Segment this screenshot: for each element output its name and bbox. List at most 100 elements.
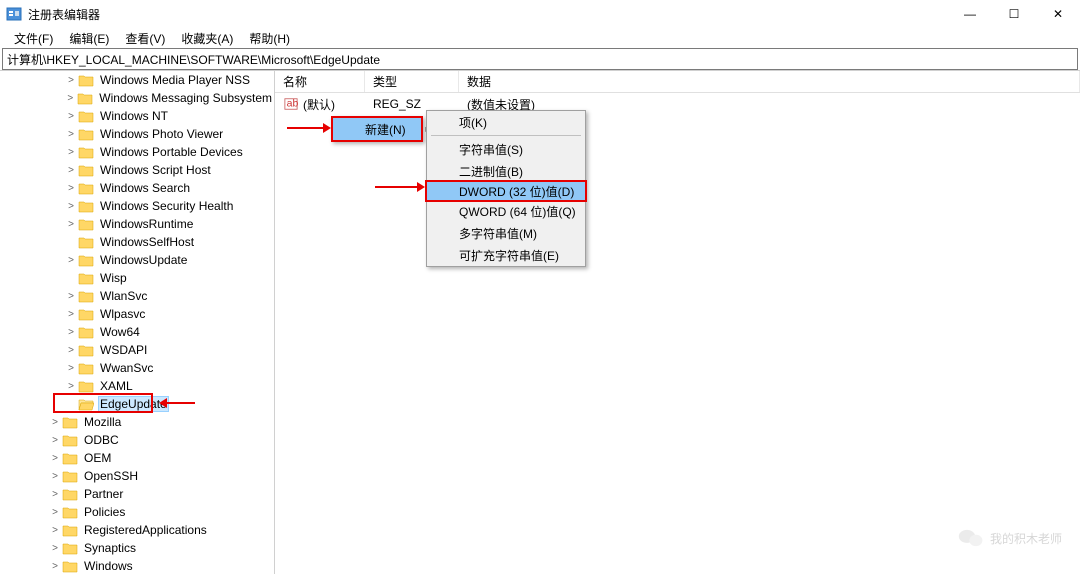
menu-multistring[interactable]: 多字符串值(M) — [427, 222, 585, 244]
chevron-icon[interactable]: > — [64, 345, 78, 356]
tree-item[interactable]: > WlanSvc — [0, 287, 274, 305]
tree-scroll[interactable]: >Windows Media Player NSS>Windows Messag… — [0, 71, 274, 574]
tree-item[interactable]: >OEM — [0, 449, 274, 467]
close-button[interactable]: ✕ — [1036, 0, 1080, 28]
tree-item[interactable]: EdgeUpdate — [0, 395, 274, 413]
chevron-icon[interactable]: > — [48, 453, 62, 464]
chevron-icon[interactable]: > — [64, 291, 78, 302]
folder-icon — [78, 235, 94, 249]
tree-item[interactable]: >Windows NT — [0, 107, 274, 125]
menu-favorites[interactable]: 收藏夹(A) — [175, 28, 239, 49]
minimize-button[interactable]: — — [948, 0, 992, 28]
tree-label: Synaptics — [82, 541, 138, 555]
menu-key[interactable]: 项(K) — [427, 111, 585, 133]
chevron-icon[interactable]: > — [64, 183, 78, 194]
col-name[interactable]: 名称 — [275, 71, 365, 92]
folder-icon — [77, 91, 93, 105]
list-row[interactable]: ab(默认)REG_SZ(数值未设置) — [275, 95, 1080, 113]
tree-label: Windows Photo Viewer — [98, 127, 225, 141]
chevron-icon[interactable]: > — [63, 93, 77, 104]
menu-binary[interactable]: 二进制值(B) — [427, 160, 585, 182]
tree-item[interactable]: > Synaptics — [0, 539, 274, 557]
value-type: REG_SZ — [373, 97, 421, 111]
chevron-icon[interactable]: > — [64, 201, 78, 212]
tree-item[interactable]: >Windows Media Player NSS — [0, 71, 274, 89]
annotation-arrow — [287, 127, 323, 129]
tree-item[interactable]: >Windows Script Host — [0, 161, 274, 179]
chevron-icon[interactable]: > — [64, 147, 78, 158]
chevron-icon[interactable]: > — [64, 381, 78, 392]
tree-label: Partner — [82, 487, 125, 501]
tree-item[interactable]: >WSDAPI — [0, 341, 274, 359]
titlebar: 注册表编辑器 — ☐ ✕ — [0, 0, 1080, 28]
menu-expandstring[interactable]: 可扩充字符串值(E) — [427, 244, 585, 266]
tree-item[interactable]: >WwanSvc — [0, 359, 274, 377]
folder-icon — [78, 271, 94, 285]
tree-item[interactable]: >XAML — [0, 377, 274, 395]
tree-label: Policies — [82, 505, 127, 519]
menu-dword[interactable]: DWORD (32 位)值(D) — [425, 180, 587, 202]
tree-item[interactable]: >Windows Security Health — [0, 197, 274, 215]
address-bar[interactable]: 计算机\HKEY_LOCAL_MACHINE\SOFTWARE\Microsof… — [2, 48, 1078, 70]
tree-item[interactable]: > Partner — [0, 485, 274, 503]
tree-label: WlanSvc — [98, 289, 149, 303]
menu-new[interactable]: 新建(N) ▸ — [333, 118, 421, 140]
maximize-button[interactable]: ☐ — [992, 0, 1036, 28]
tree-label: WindowsRuntime — [98, 217, 195, 231]
chevron-icon[interactable]: > — [48, 507, 62, 518]
chevron-icon[interactable]: > — [48, 489, 62, 500]
chevron-icon[interactable]: > — [64, 111, 78, 122]
tree-item[interactable]: >Windows Messaging Subsystem — [0, 89, 274, 107]
tree-item[interactable]: >WindowsUpdate — [0, 251, 274, 269]
tree-item[interactable]: > WindowsRuntime — [0, 215, 274, 233]
folder-icon — [62, 505, 78, 519]
tree-item[interactable]: > Windows Photo Viewer — [0, 125, 274, 143]
menu-qword[interactable]: QWORD (64 位)值(Q) — [427, 200, 585, 222]
col-data[interactable]: 数据 — [459, 71, 1080, 92]
tree-item[interactable]: >ODBC — [0, 431, 274, 449]
menu-file[interactable]: 文件(F) — [8, 28, 59, 49]
list-header: 名称 类型 数据 — [275, 71, 1080, 93]
tree-item[interactable]: >Wow64 — [0, 323, 274, 341]
chevron-icon[interactable]: > — [48, 543, 62, 554]
chevron-icon[interactable]: > — [64, 327, 78, 338]
tree-item[interactable]: >Mozilla — [0, 413, 274, 431]
chevron-icon[interactable]: > — [64, 165, 78, 176]
chevron-icon[interactable]: > — [48, 561, 62, 572]
menu-help[interactable]: 帮助(H) — [243, 28, 296, 49]
chevron-icon[interactable]: > — [64, 309, 78, 320]
chevron-icon[interactable]: > — [64, 75, 78, 86]
tree-item[interactable]: > Policies — [0, 503, 274, 521]
col-type[interactable]: 类型 — [365, 71, 459, 92]
tree-item[interactable]: >RegisteredApplications — [0, 521, 274, 539]
chevron-icon[interactable]: > — [64, 363, 78, 374]
folder-icon — [78, 145, 94, 159]
chevron-icon[interactable]: > — [64, 129, 78, 140]
chevron-icon[interactable]: > — [48, 417, 62, 428]
chevron-icon[interactable]: > — [48, 525, 62, 536]
tree-item[interactable]: >Wlpasvc — [0, 305, 274, 323]
address-text: 计算机\HKEY_LOCAL_MACHINE\SOFTWARE\Microsof… — [7, 51, 380, 68]
chevron-icon[interactable]: > — [64, 219, 78, 230]
tree-item[interactable]: >Windows Search — [0, 179, 274, 197]
menu-view[interactable]: 查看(V) — [119, 28, 171, 49]
annotation-arrow — [375, 186, 417, 188]
menu-new-label: 新建(N) — [365, 121, 406, 138]
svg-text:ab: ab — [287, 98, 298, 110]
chevron-icon[interactable]: > — [48, 471, 62, 482]
tree-item[interactable]: >Windows — [0, 557, 274, 574]
tree-item[interactable]: >Windows Portable Devices — [0, 143, 274, 161]
folder-icon — [78, 181, 94, 195]
tree-item[interactable]: WindowsSelfHost — [0, 233, 274, 251]
folder-icon — [78, 307, 94, 321]
tree-label: Wisp — [98, 271, 129, 285]
chevron-icon[interactable]: > — [48, 435, 62, 446]
tree-item[interactable]: >OpenSSH — [0, 467, 274, 485]
folder-icon — [78, 361, 94, 375]
list-body[interactable]: ab(默认)REG_SZ(数值未设置) — [275, 93, 1080, 115]
menu-edit[interactable]: 编辑(E) — [63, 28, 115, 49]
menu-string[interactable]: 字符串值(S) — [427, 138, 585, 160]
tree-item[interactable]: Wisp — [0, 269, 274, 287]
folder-icon — [62, 415, 78, 429]
chevron-icon[interactable]: > — [64, 255, 78, 266]
